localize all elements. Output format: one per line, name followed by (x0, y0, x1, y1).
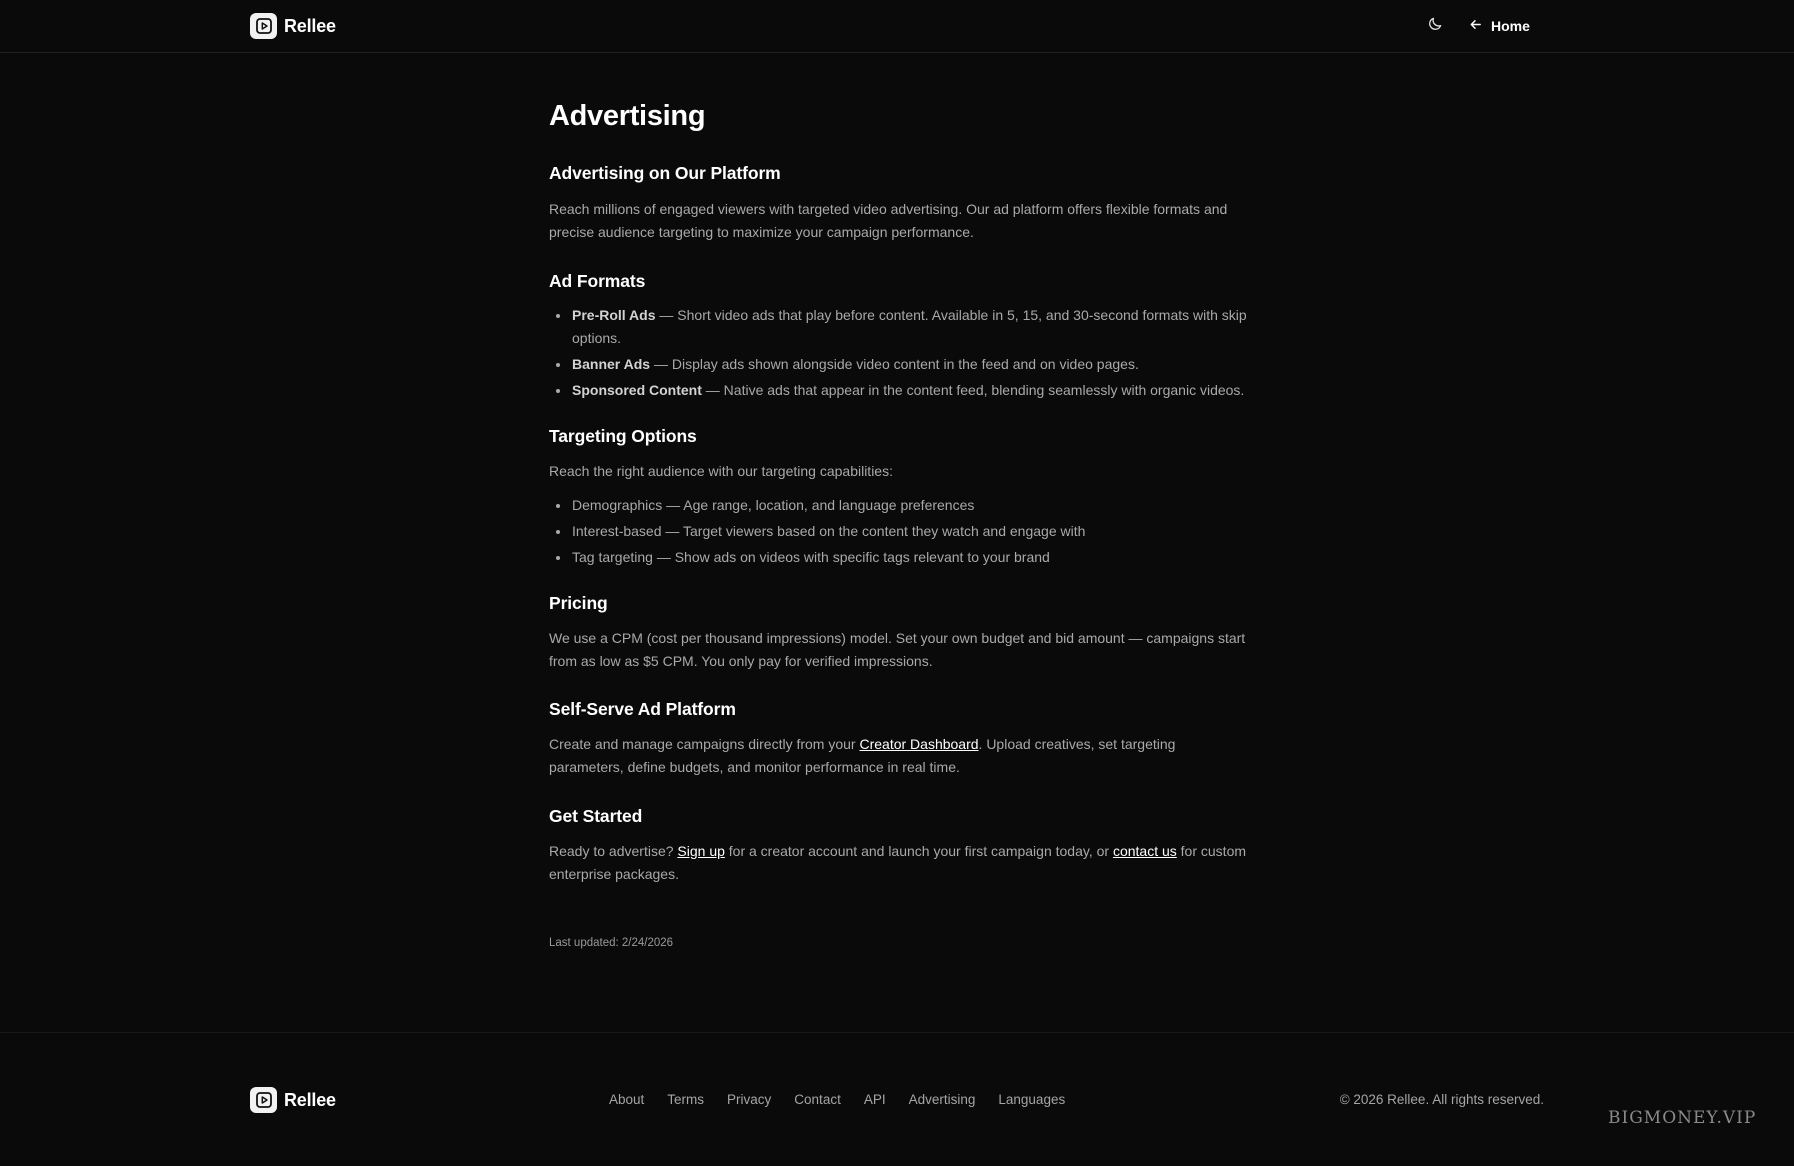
moon-icon (1428, 16, 1443, 36)
footer-brand[interactable]: Rellee (250, 1087, 336, 1113)
creator-dashboard-link[interactable]: Creator Dashboard (859, 736, 978, 752)
arrow-left-icon (1469, 18, 1482, 34)
home-link-label: Home (1491, 18, 1530, 34)
section-heading-getstarted: Get Started (549, 806, 643, 826)
list-item: Tag targeting — Show ads on videos with … (549, 546, 1249, 569)
footer-nav: About Terms Privacy Contact API Advertis… (609, 1092, 1065, 1107)
copyright-text: © 2026 Rellee. All rights reserved. (1339, 1092, 1544, 1107)
brand-name: Rellee (284, 15, 336, 36)
format-name: Banner Ads (572, 356, 651, 372)
footer-link-api[interactable]: API (864, 1092, 886, 1107)
targeting-list: Demographics — Age range, location, and … (549, 494, 1249, 569)
format-name: Sponsored Content (572, 382, 702, 398)
footer-link-languages[interactable]: Languages (998, 1092, 1065, 1107)
home-link[interactable]: Home (1469, 16, 1530, 36)
page-title: Advertising (549, 100, 706, 132)
section-heading-selfserve: Self-Serve Ad Platform (549, 699, 736, 719)
format-desc: — Display ads shown alongside video cont… (650, 356, 1139, 372)
play-square-icon (250, 1087, 277, 1113)
format-name: Pre-Roll Ads (572, 307, 656, 323)
format-desc: — Short video ads that play before conte… (572, 307, 1247, 346)
list-item: Banner Ads — Display ads shown alongside… (549, 353, 1249, 376)
section-text-platform: Reach millions of engaged viewers with t… (549, 201, 1228, 240)
list-item: Demographics — Age range, location, and … (549, 494, 1249, 517)
section-heading-formats: Ad Formats (549, 271, 646, 291)
text-segment: Create and manage campaigns directly fro… (549, 736, 860, 752)
footer-link-terms[interactable]: Terms (667, 1092, 704, 1107)
section-text-getstarted: Ready to advertise? Sign up for a creato… (549, 840, 1249, 886)
header-brand[interactable]: Rellee (250, 13, 336, 39)
theme-toggle-button[interactable] (1425, 16, 1445, 36)
sign-up-link[interactable]: Sign up (677, 843, 724, 859)
main-content: Advertising Advertising on Our Platform … (549, 96, 1249, 951)
section-heading-platform: Advertising on Our Platform (549, 163, 781, 183)
last-updated: Last updated: 2/24/2026 (549, 937, 674, 949)
text-segment: Ready to advertise? (549, 843, 678, 859)
list-item: Pre-Roll Ads — Short video ads that play… (549, 304, 1249, 350)
list-item: Sponsored Content — Native ads that appe… (549, 379, 1249, 402)
list-item: Interest-based — Target viewers based on… (549, 520, 1249, 543)
play-square-icon (250, 13, 277, 39)
footer-link-about[interactable]: About (609, 1092, 644, 1107)
contact-us-link[interactable]: contact us (1113, 843, 1177, 859)
text-segment: for a creator account and launch your fi… (724, 843, 1113, 859)
section-text-selfserve: Create and manage campaigns directly fro… (549, 733, 1249, 779)
section-heading-targeting: Targeting Options (549, 426, 697, 446)
section-text-pricing: We use a CPM (cost per thousand impressi… (549, 630, 1246, 669)
format-desc: — Native ads that appear in the content … (701, 382, 1245, 398)
footer-link-privacy[interactable]: Privacy (727, 1092, 771, 1107)
watermark: BIGMONEY.VIP (1608, 1108, 1757, 1128)
footer-link-advertising[interactable]: Advertising (909, 1092, 976, 1107)
top-header: Rellee Home (0, 0, 1794, 53)
brand-name: Rellee (284, 1089, 336, 1110)
footer-link-contact[interactable]: Contact (794, 1092, 841, 1107)
ad-formats-list: Pre-Roll Ads — Short video ads that play… (549, 304, 1249, 402)
site-footer: Rellee About Terms Privacy Contact API A… (0, 1032, 1794, 1166)
section-text-targeting: Reach the right audience with our target… (549, 463, 893, 479)
section-heading-pricing: Pricing (549, 593, 608, 613)
